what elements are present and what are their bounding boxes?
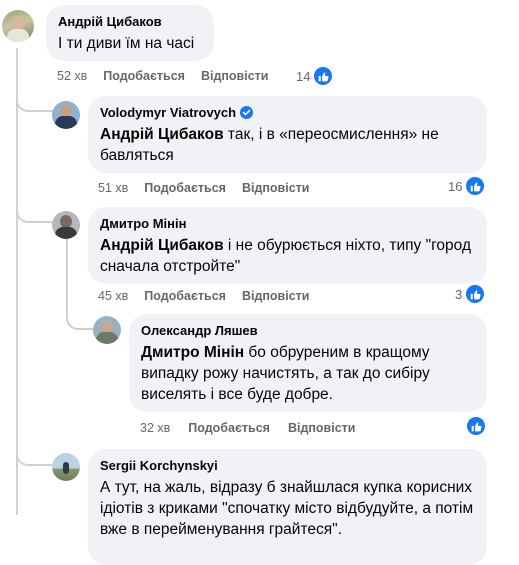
- comment-time[interactable]: 52 хв: [57, 69, 87, 83]
- thumbs-up-icon: [466, 177, 485, 195]
- like-button[interactable]: Подобається: [144, 289, 226, 303]
- avatar[interactable]: [52, 101, 80, 129]
- avatar[interactable]: [2, 10, 34, 42]
- comment-bubble: Дмитро Мінін Андрій Цибаков і не обурюєт…: [88, 207, 487, 284]
- avatar[interactable]: [52, 453, 80, 481]
- reply-button[interactable]: Відповісти: [242, 289, 310, 303]
- comment-actions: 45 хв Подобається Відповісти: [98, 289, 309, 303]
- comment-author[interactable]: Дмитро Мінін: [100, 215, 475, 232]
- thumbs-up-icon: [314, 67, 333, 85]
- thread-line-connector-3: [66, 304, 94, 330]
- comment-text: Андрій Цибаков так, і в «переосмислення»…: [100, 126, 439, 164]
- reaction-count[interactable]: 14: [296, 67, 333, 85]
- like-button[interactable]: Подобається: [103, 69, 185, 83]
- reaction-count[interactable]: 3: [455, 285, 485, 303]
- comment-actions: 32 хв Подобається Відповісти: [140, 421, 355, 435]
- mention-link[interactable]: Дмитро Мінін: [141, 344, 244, 361]
- comment-author[interactable]: Андрій Цибаков: [58, 13, 202, 30]
- thumbs-up-icon: [467, 417, 485, 435]
- verified-badge-icon: [240, 106, 254, 119]
- thread-line-connector-4: [16, 438, 54, 466]
- avatar[interactable]: [52, 211, 80, 239]
- like-button[interactable]: Подобається: [144, 181, 226, 195]
- thread-line-connector-1: [16, 92, 54, 112]
- reaction-count[interactable]: 16: [448, 177, 485, 195]
- comment-text: І ти диви їм на часі: [58, 35, 195, 52]
- comment-actions: 52 хв Подобається Відповісти: [57, 69, 268, 83]
- comment-author[interactable]: Sergii Korchynskyi: [100, 457, 475, 474]
- comment-actions: 51 хв Подобається Відповісти: [98, 181, 309, 195]
- comment-bubble: Volodymyr Viatrovych Андрій Цибаков так,…: [88, 96, 487, 173]
- comment-text: Дмитро Мінін бо обруреним в кращому випа…: [141, 344, 430, 403]
- comment-bubble: Олександр Ляшев Дмитро Мінін бо обрурени…: [129, 314, 487, 412]
- reply-button[interactable]: Відповісти: [201, 69, 269, 83]
- comment-bubble: Sergii Korchynskyi А тут, на жаль, відра…: [88, 449, 487, 565]
- thread-line-connector-2: [16, 205, 54, 223]
- comment-author[interactable]: Олександр Ляшев: [141, 322, 475, 339]
- thread-line-sub: [66, 238, 68, 310]
- reply-button[interactable]: Відповісти: [288, 421, 356, 435]
- mention-link[interactable]: Андрій Цибаков: [100, 126, 224, 143]
- comment-author[interactable]: Volodymyr Viatrovych: [100, 104, 475, 121]
- comment-text: А тут, на жаль, відразу б знайшлася купк…: [100, 479, 474, 538]
- avatar[interactable]: [93, 316, 121, 344]
- comment-bubble: Андрій Цибаков І ти диви їм на часі: [46, 5, 214, 61]
- mention-link[interactable]: Андрій Цибаков: [100, 237, 224, 254]
- thumbs-up-icon: [466, 285, 485, 303]
- reply-button[interactable]: Відповісти: [242, 181, 310, 195]
- comment-time[interactable]: 32 хв: [140, 421, 170, 435]
- comment-text: Андрій Цибаков і не обурюється ніхто, ти…: [100, 237, 471, 275]
- comment-time[interactable]: 51 хв: [98, 181, 128, 195]
- reaction-count[interactable]: [467, 417, 485, 435]
- comment-time[interactable]: 45 хв: [98, 289, 128, 303]
- like-button[interactable]: Подобається: [188, 421, 270, 435]
